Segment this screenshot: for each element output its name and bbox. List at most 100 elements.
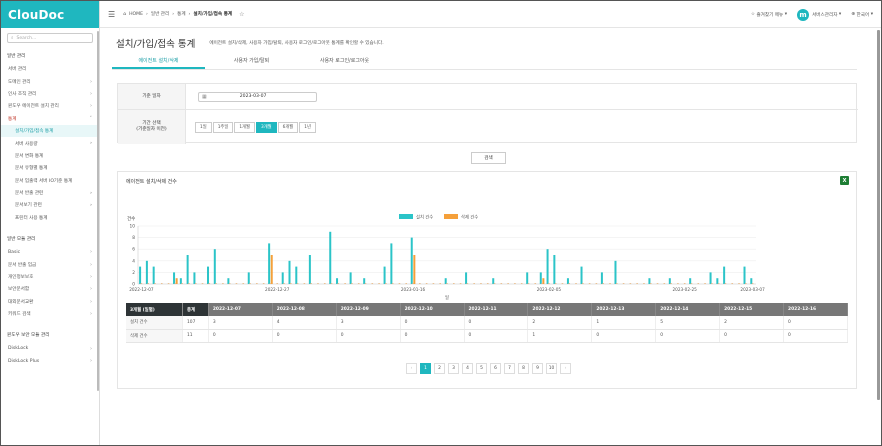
favorites-menu[interactable]: ☆ 즐겨찾기 메뉴 ▾ bbox=[751, 12, 787, 18]
sidebar-item-label: 서버 관리 bbox=[8, 67, 27, 73]
baseline-mark bbox=[357, 283, 360, 284]
sidebar-item[interactable]: 서버 관리 bbox=[1, 63, 99, 75]
sidebar-item[interactable]: DiskLock › bbox=[1, 342, 99, 354]
legend-swatch-delete bbox=[444, 214, 458, 219]
sidebar-item-label: 개인정보보호 bbox=[8, 275, 34, 281]
sidebar-subitem[interactable]: 서버 사용량 › bbox=[1, 137, 99, 149]
bar-install bbox=[268, 243, 271, 284]
sidebar-item[interactable]: DiskLock Plus › bbox=[1, 355, 99, 367]
legend-label-delete: 삭제 건수 bbox=[461, 214, 478, 221]
baseline-mark bbox=[405, 283, 408, 284]
pager-page[interactable]: 3 bbox=[448, 363, 459, 374]
baseline-mark bbox=[670, 283, 672, 284]
table-header: 2022-12-10 bbox=[400, 303, 465, 316]
pager-page[interactable]: 10 bbox=[546, 363, 557, 374]
logo[interactable]: ClouDoc bbox=[8, 8, 64, 22]
baseline-mark bbox=[398, 283, 401, 284]
period-button[interactable]: 1일 bbox=[195, 121, 212, 133]
baseline-mark bbox=[500, 283, 503, 284]
sidebar-item[interactable]: 대외문서교환 › bbox=[1, 296, 99, 308]
baseline-mark bbox=[731, 283, 734, 284]
sidebar-subitem[interactable]: 문서 반출 관련 › bbox=[1, 187, 99, 199]
sidebar-search-input[interactable]: ⌕ Search... bbox=[7, 33, 93, 43]
baseline-mark bbox=[697, 283, 700, 284]
bar-delete bbox=[270, 255, 273, 284]
baseline-mark bbox=[520, 283, 523, 284]
pager-page[interactable]: 7 bbox=[504, 363, 515, 374]
tab-user-join[interactable]: 사용자 가입/탈퇴 bbox=[205, 52, 298, 69]
language-menu[interactable]: ⊕ 한국어 ▾ bbox=[851, 12, 873, 18]
pager-page[interactable]: 4 bbox=[462, 363, 473, 374]
calendar-icon[interactable]: ▦ bbox=[202, 94, 207, 100]
bar-delete bbox=[542, 278, 545, 284]
baseline-mark bbox=[751, 283, 754, 284]
table-header: 총계 bbox=[182, 303, 209, 316]
sidebar-item[interactable]: 문서 반출 입금 › bbox=[1, 258, 99, 270]
pager-prev[interactable]: ‹ bbox=[406, 363, 417, 374]
pager-page[interactable]: 8 bbox=[518, 363, 529, 374]
sidebar-subitem[interactable]: 설치/가입/접속 통계 bbox=[1, 124, 99, 138]
menu-toggle-icon[interactable]: ☰ bbox=[108, 10, 115, 19]
sidebar-item[interactable]: 키워드 검색 › bbox=[1, 308, 99, 320]
bar-install bbox=[410, 237, 413, 284]
favorite-star-icon[interactable]: ☆ bbox=[239, 11, 244, 18]
sidebar: ClouDoc ⌕ Search... 일반 관리서버 관리도메인 관리 › 인사 … bbox=[1, 1, 100, 445]
period-button[interactable]: 1주일 bbox=[212, 121, 234, 133]
crumb-home[interactable]: HOME bbox=[129, 12, 143, 17]
sidebar-item[interactable]: 윈도우 에이전트 설치 관리 › bbox=[1, 100, 99, 112]
period-button[interactable]: 6개월 bbox=[277, 121, 299, 133]
sidebar-subitem-label: 문서보기 관련 bbox=[15, 203, 42, 209]
baseline-mark bbox=[704, 283, 706, 284]
sidebar-scrollbar[interactable] bbox=[97, 31, 99, 391]
sidebar-subitem[interactable]: 프린터 사용 통계 bbox=[1, 212, 99, 224]
user-menu[interactable]: m 서버스관리자 ▾ bbox=[797, 8, 841, 21]
sidebar-item[interactable]: 인사 조직 관리 › bbox=[1, 88, 99, 100]
main-scrollbar[interactable] bbox=[877, 30, 880, 400]
sidebar-item[interactable]: Basic › bbox=[1, 246, 99, 258]
search-button[interactable]: 검색 bbox=[471, 152, 506, 164]
period-button[interactable]: 1년 bbox=[299, 121, 316, 133]
pager-page[interactable]: 5 bbox=[476, 363, 487, 374]
bar-install bbox=[580, 266, 583, 284]
x-axis-label: 일 bbox=[445, 294, 449, 301]
table-cell: 2 bbox=[719, 316, 785, 330]
sidebar-subitem[interactable]: 문서 변화 통계 bbox=[1, 150, 99, 162]
baseline-mark bbox=[656, 283, 659, 284]
pager-page[interactable]: 6 bbox=[490, 363, 501, 374]
sidebar-item[interactable]: 도메인 관리 › bbox=[1, 75, 99, 87]
table-cell: 0 bbox=[719, 329, 785, 343]
period-button[interactable]: 1개월 bbox=[234, 121, 255, 133]
crumb-1[interactable]: 일반 관리 bbox=[151, 11, 169, 17]
pager-page[interactable]: 1 bbox=[420, 363, 431, 374]
nav-section-title: 일반 관리 bbox=[7, 54, 26, 59]
table-cell: 0 bbox=[783, 316, 848, 330]
sidebar-subitem[interactable]: 문서 입출력 서버 IO기준 통계 bbox=[1, 175, 99, 187]
baseline-mark bbox=[432, 283, 435, 284]
home-icon[interactable]: ⌂ bbox=[123, 12, 126, 17]
baseline-mark bbox=[317, 283, 319, 284]
sidebar-item[interactable]: 통계 ˅ bbox=[1, 113, 99, 125]
sidebar-item-label: 윈도우 에이전트 설치 관리 bbox=[8, 104, 59, 110]
pager-page[interactable]: 2 bbox=[434, 363, 445, 374]
excel-download-icon[interactable]: X bbox=[840, 176, 849, 185]
sidebar-item[interactable]: 보안문서함 › bbox=[1, 283, 99, 295]
date-label: 기준 일자 bbox=[118, 84, 186, 109]
baseline-mark bbox=[527, 283, 530, 284]
tab-user-login[interactable]: 사용자 로그인/로그아웃 bbox=[298, 52, 391, 69]
pager-page[interactable]: 9 bbox=[532, 363, 543, 374]
date-input[interactable]: ▦ 2023-03-07 bbox=[198, 91, 317, 102]
tab-agent-install[interactable]: 에이전트 설치/삭제 bbox=[112, 52, 205, 69]
sidebar-subitem[interactable]: 문서 유형별 통계 bbox=[1, 162, 99, 174]
x-tick-label: 2023-01-16 bbox=[401, 287, 426, 292]
chevron-right-icon: › bbox=[90, 286, 92, 293]
chart-title: 에이전트 설치/삭제 건수 bbox=[126, 179, 177, 185]
baseline-mark bbox=[160, 283, 163, 284]
crumb-2[interactable]: 통계 bbox=[177, 11, 185, 17]
baseline-mark bbox=[480, 283, 482, 284]
period-button[interactable]: 3개월 bbox=[255, 121, 277, 133]
baseline-mark bbox=[344, 283, 346, 284]
sidebar-item-label: 대외문서교환 bbox=[8, 299, 34, 305]
sidebar-subitem[interactable]: 문서보기 관련 › bbox=[1, 199, 99, 211]
sidebar-item[interactable]: 개인정보보호 › bbox=[1, 271, 99, 283]
pager-next[interactable]: › bbox=[560, 363, 571, 374]
